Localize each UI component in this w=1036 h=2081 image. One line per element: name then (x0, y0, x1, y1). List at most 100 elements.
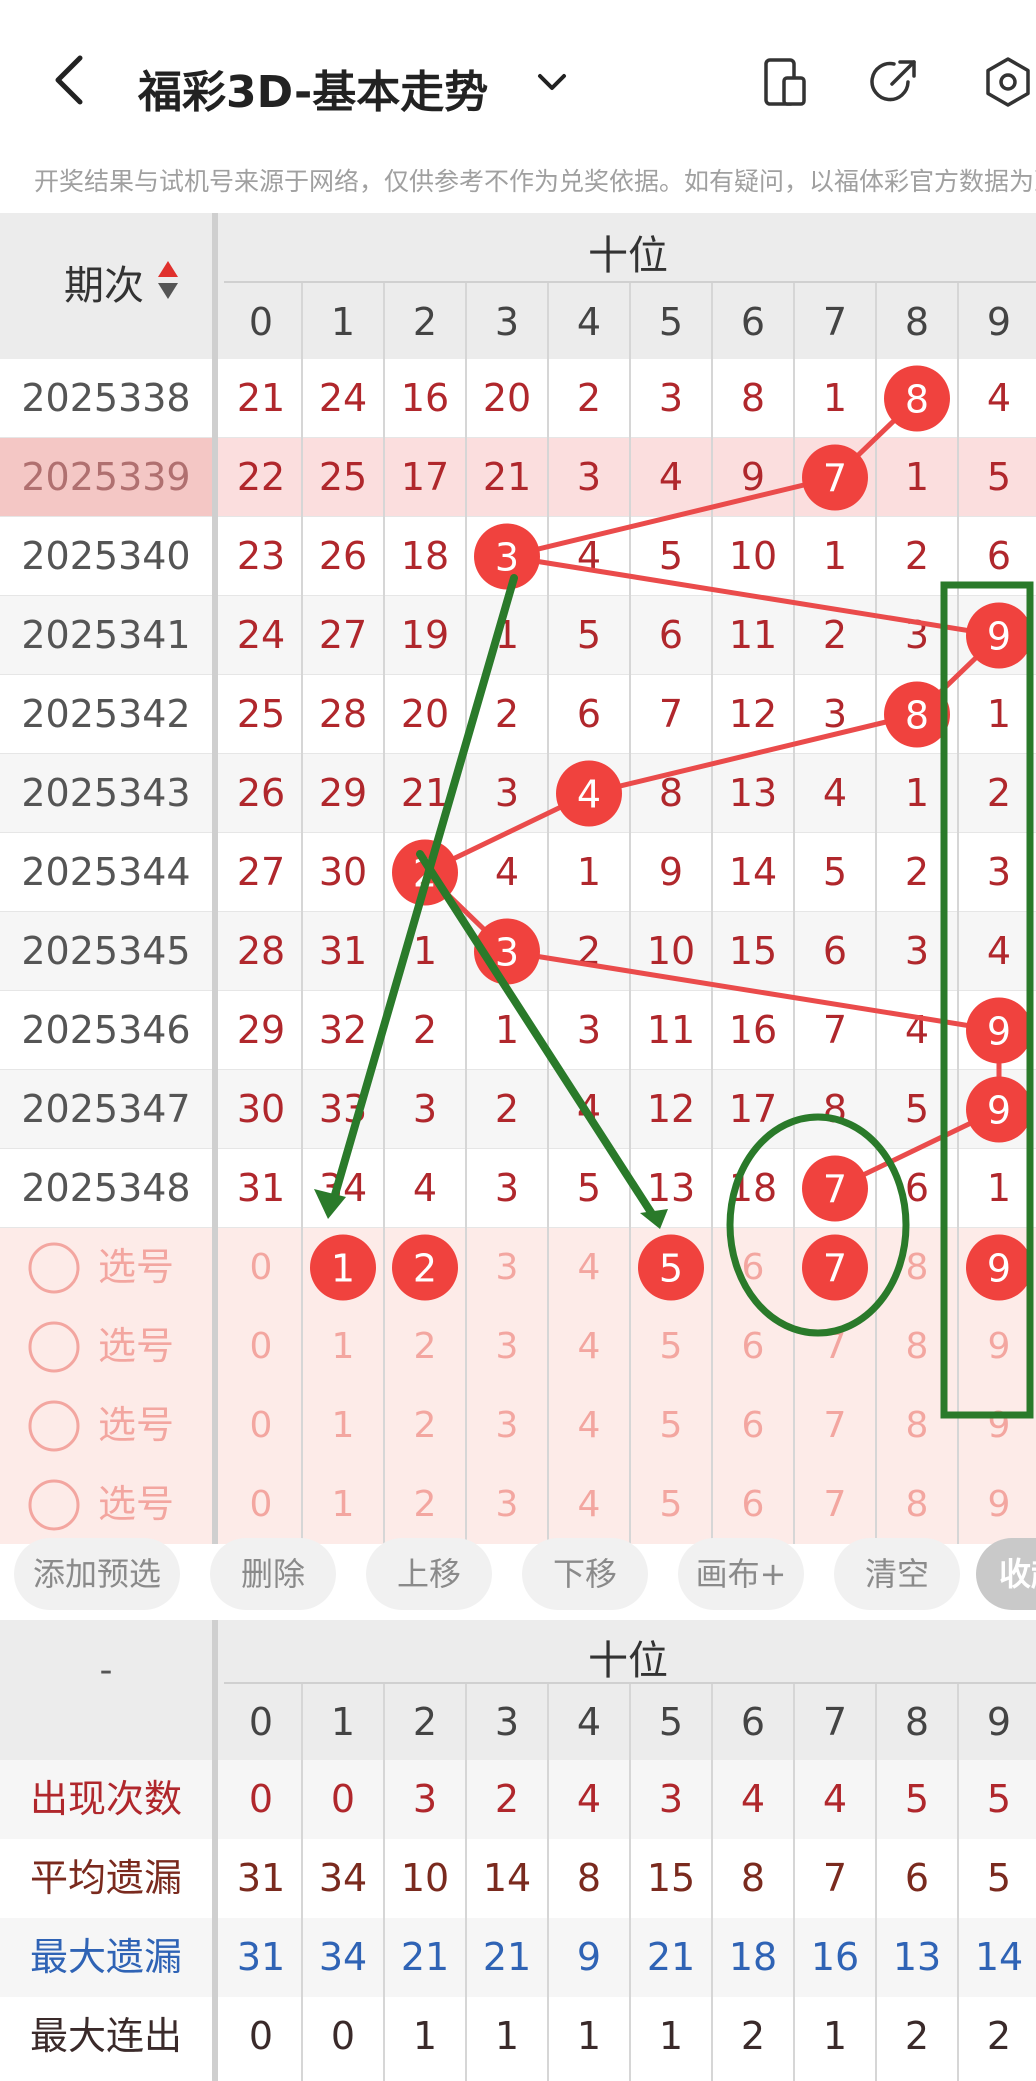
stats-row-label: 最大遗漏 (29, 1935, 182, 1979)
selection-toolbar: 添加预选 删除 上移 下移 画布+ 清空 收起 (0, 1520, 1036, 1620)
clear-button[interactable]: 清空 (834, 1538, 960, 1610)
hit-number-ball: 7 (802, 1155, 868, 1222)
hit-number-ball: 9 (966, 602, 1032, 669)
stats-value-cell: 10 (400, 1856, 450, 1900)
stats-digit-header: 8 (904, 1700, 930, 1744)
stats-value-cell: 0 (248, 1777, 274, 1821)
stats-digit-header: 2 (412, 1700, 438, 1744)
trend-line-overlay: 1257987398423997 (310, 365, 1034, 1419)
stats-digit-header: 3 (494, 1700, 520, 1744)
selected-number-ball[interactable]: 7 (802, 1234, 868, 1301)
stats-value-cell: 14 (974, 1935, 1024, 1979)
stats-digit-header: 0 (248, 1700, 274, 1744)
stats-value-cell: 4 (740, 1777, 766, 1821)
stats-value-cell: 0 (330, 1777, 356, 1821)
stats-position-label: 十位 (588, 1638, 668, 1684)
stats-value-cell: 8 (740, 1856, 766, 1900)
stats-digit-header: 1 (330, 1700, 356, 1744)
stats-row-label: 平均遗漏 (29, 1856, 182, 1900)
stats-value-cell: 0 (248, 2014, 274, 2058)
stats-value-cell: 1 (494, 2014, 520, 2058)
selected-number-ball[interactable]: 5 (638, 1234, 704, 1301)
stats-value-cell: 1 (822, 2014, 848, 2058)
share-icon[interactable] (868, 56, 920, 108)
settings-icon[interactable] (982, 56, 1034, 108)
svg-text:1: 1 (331, 1247, 355, 1291)
stats-corner: - (99, 1650, 113, 1691)
app-header: 福彩3D-基本走势 (0, 0, 1036, 160)
svg-text:5: 5 (659, 1247, 683, 1291)
back-arrow-icon[interactable] (40, 50, 100, 110)
svg-text:8: 8 (905, 378, 929, 422)
hit-number-ball: 7 (802, 444, 868, 511)
stats-value-cell: 34 (318, 1935, 368, 1979)
stats-value-cell: 0 (330, 2014, 356, 2058)
add-preselect-button[interactable]: 添加预选 (14, 1538, 180, 1610)
stats-value-cell: 16 (810, 1935, 860, 1979)
annotation-arrowhead (640, 1209, 668, 1229)
device-layout-icon[interactable] (758, 56, 810, 108)
annotation-arrow-line (416, 850, 658, 1221)
hit-number-ball: 8 (884, 681, 950, 748)
selected-number-ball[interactable]: 2 (392, 1234, 458, 1301)
svg-text:9: 9 (987, 615, 1011, 659)
stats-value-cell: 1 (412, 2014, 438, 2058)
stats-value-cell: 21 (646, 1935, 696, 1979)
svg-text:4: 4 (577, 773, 601, 817)
stats-value-cell: 5 (986, 1856, 1012, 1900)
trend-chart-grid: 期次 十位 0 1 2 3 4 5 6 7 8 9 2025338 21 24 16 20 2 3 8 1 4 202533… (0, 213, 1036, 1544)
svg-text:9: 9 (987, 1010, 1011, 1054)
hit-number-ball: 9 (966, 997, 1032, 1064)
svg-text:2: 2 (413, 1247, 437, 1291)
trend-line (420, 396, 1005, 1191)
stats-digit-header: 6 (740, 1700, 766, 1744)
stats-value-cell: 34 (318, 1856, 368, 1900)
chevron-down-icon[interactable] (530, 60, 574, 104)
stats-value-cell: 2 (986, 2014, 1012, 2058)
canvas-plus-button[interactable]: 画布+ (678, 1538, 804, 1610)
stats-value-cell: 3 (412, 1777, 438, 1821)
svg-text:9: 9 (987, 1089, 1011, 1133)
selected-number-ball[interactable]: 1 (310, 1234, 376, 1301)
stats-value-cell: 4 (576, 1777, 602, 1821)
stats-value-cell: 31 (236, 1856, 286, 1900)
selected-number-ball[interactable]: 9 (966, 1234, 1032, 1301)
stats-digit-header: 9 (986, 1700, 1012, 1744)
collapse-button[interactable]: 收起 (976, 1538, 1036, 1610)
svg-text:9: 9 (987, 1247, 1011, 1291)
disclaimer-notice: 开奖结果与试机号来源于网络，仅供参考不作为兑奖依据。如有疑问，以福体彩官方数据为… (34, 167, 1036, 196)
stats-value-cell: 15 (646, 1856, 696, 1900)
delete-button[interactable]: 删除 (210, 1538, 336, 1610)
annotation-arrowhead (314, 1189, 346, 1219)
stats-value-cell: 21 (400, 1935, 450, 1979)
stats-value-cell: 2 (494, 1777, 520, 1821)
stats-value-cell: 6 (904, 1856, 930, 1900)
stats-row-label: 出现次数 (29, 1777, 182, 1821)
stats-row-label: 最大连出 (29, 2014, 182, 2058)
svg-text:7: 7 (823, 1247, 847, 1291)
annotation-arrow-line (328, 574, 518, 1209)
hit-number-ball: 9 (966, 1076, 1032, 1143)
svg-text:3: 3 (495, 536, 519, 580)
stats-value-cell: 18 (728, 1935, 778, 1979)
stats-value-cell: 4 (822, 1777, 848, 1821)
stats-value-cell: 5 (986, 1777, 1012, 1821)
stats-value-cell: 21 (482, 1935, 532, 1979)
stats-label-separator (212, 1620, 218, 2081)
stats-value-cell: 13 (892, 1935, 942, 1979)
hit-number-ball: 3 (474, 523, 540, 590)
stats-digit-header: 4 (576, 1700, 602, 1744)
svg-text:8: 8 (905, 694, 929, 738)
move-down-button[interactable]: 下移 (522, 1538, 648, 1610)
hit-number-ball: 8 (884, 365, 950, 432)
move-up-button[interactable]: 上移 (366, 1538, 492, 1610)
stats-value-cell: 14 (482, 1856, 532, 1900)
stats-value-cell: 31 (236, 1935, 286, 1979)
stats-value-cell: 1 (658, 2014, 684, 2058)
svg-text:7: 7 (823, 457, 847, 501)
stats-value-cell: 2 (740, 2014, 766, 2058)
page-title: 福彩3D-基本走势 (138, 67, 489, 118)
stats-value-cell: 9 (576, 1935, 602, 1979)
stats-value-cell: 1 (576, 2014, 602, 2058)
svg-text:3: 3 (495, 931, 519, 975)
